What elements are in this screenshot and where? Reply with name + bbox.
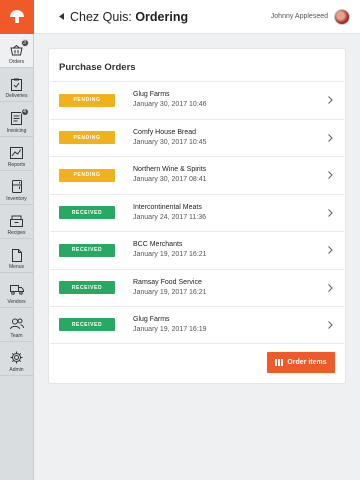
clipboard-check-icon <box>10 77 24 91</box>
orders-list: PENDING Glug Farms January 30, 2017 10:4… <box>49 81 345 344</box>
sidebar-item-invoicing[interactable]: 4 Invoicing <box>0 102 33 137</box>
venue-name: Chez Quis: <box>70 9 132 24</box>
back-arrow-icon <box>58 13 64 20</box>
sidebar-item-team[interactable]: Team <box>0 308 33 342</box>
invoice-icon: 4 <box>10 107 29 126</box>
sidebar-item-label: Admin <box>9 366 24 373</box>
sidebar-item-vendors[interactable]: Vendors <box>0 273 33 308</box>
sidebar-item-label: Inventory <box>6 195 27 202</box>
list-item[interactable]: PENDING Glug Farms January 30, 2017 10:4… <box>50 81 344 119</box>
sidebar-item-label: Vendors <box>7 298 26 305</box>
status-badge: RECEIVED <box>59 281 115 295</box>
sidebar-item-deliveries[interactable]: Deliveries <box>0 68 33 103</box>
supplier-name: Comfy House Bread <box>133 128 197 136</box>
supplier-name: Glug Farms <box>133 91 170 99</box>
fridge-icon <box>10 180 24 194</box>
orders-count-badge: 3 <box>20 39 29 48</box>
chevron-right-icon <box>324 171 336 180</box>
status-badge: PENDING <box>59 131 115 145</box>
order-items-label: Order items <box>287 359 327 366</box>
sidebar-item-reports[interactable]: Reports <box>0 137 33 171</box>
sidebar-item-label: Recipes <box>7 230 26 237</box>
sidebar-item-inventory[interactable]: Inventory <box>0 171 33 205</box>
page-title: Chez Quis: Ordering <box>70 10 188 24</box>
sidebar-nav: 3 Orders Deliveries 4 Invoicing Reports … <box>0 34 34 480</box>
sidebar-item-label: Menus <box>8 264 24 271</box>
truck-icon <box>9 283 24 297</box>
recipe-box-icon <box>10 214 24 228</box>
order-info: Glug Farms January 30, 2017 10:46 <box>133 90 324 110</box>
list-item[interactable]: RECEIVED Intercontinental Meats January … <box>50 193 344 232</box>
order-info: Glug Farms January 19, 2017 16:19 <box>133 315 324 335</box>
order-info: BCC Merchants January 19, 2017 16:21 <box>133 240 324 260</box>
status-badge: RECEIVED <box>59 243 115 257</box>
chart-icon <box>10 146 24 160</box>
section-name: Ordering <box>135 9 189 24</box>
list-item[interactable]: PENDING Northern Wine & Spirits January … <box>50 156 344 194</box>
status-badge: RECEIVED <box>59 206 115 220</box>
sidebar-item-admin[interactable]: Admin <box>0 342 33 376</box>
order-date: January 19, 2017 16:21 <box>133 288 207 296</box>
chevron-right-icon <box>324 208 336 217</box>
list-item[interactable]: RECEIVED Glug Farms January 19, 2017 16:… <box>50 306 344 344</box>
chevron-right-icon <box>324 283 336 292</box>
chevron-right-icon <box>324 133 336 142</box>
order-items-button[interactable]: Order items <box>267 352 335 373</box>
order-info: Northern Wine & Spirits January 30, 2017… <box>133 165 324 185</box>
supplier-name: Glug Farms <box>133 315 170 323</box>
order-date: January 19, 2017 16:19 <box>133 325 207 333</box>
sidebar-item-label: Deliveries <box>5 93 28 100</box>
sidebar-item-orders[interactable]: 3 Orders <box>0 34 33 69</box>
sidebar-item-label: Reports <box>7 161 26 168</box>
order-date: January 30, 2017 08:41 <box>133 176 207 184</box>
status-badge: PENDING <box>59 93 115 107</box>
order-date: January 19, 2017 16:21 <box>133 251 207 259</box>
app-logo[interactable] <box>0 0 34 34</box>
chevron-right-icon <box>324 96 336 105</box>
chevron-right-icon <box>324 246 336 255</box>
top-header: Chez Quis: Ordering Johnny Appleseed <box>34 0 360 34</box>
chevron-right-icon <box>324 320 336 329</box>
gear-icon <box>10 351 24 365</box>
order-info: Comfy House Bread January 30, 2017 10:45 <box>133 128 324 148</box>
list-item[interactable]: RECEIVED BCC Merchants January 19, 2017 … <box>50 231 344 269</box>
sidebar-item-menus[interactable]: Menus <box>0 239 33 274</box>
sidebar-item-label: Team <box>10 332 23 339</box>
order-date: January 30, 2017 10:46 <box>133 101 207 109</box>
user-name[interactable]: Johnny Appleseed <box>271 13 328 20</box>
supplier-name: Intercontinental Meats <box>133 203 202 211</box>
sidebar-item-label: Orders <box>8 59 25 66</box>
users-icon <box>9 317 24 331</box>
card-title: Purchase Orders <box>59 62 136 73</box>
basket-icon: 3 <box>10 39 29 57</box>
status-badge: RECEIVED <box>59 318 115 332</box>
avatar[interactable] <box>334 8 350 25</box>
supplier-name: Ramsay Food Service <box>133 278 202 286</box>
order-date: January 24, 2017 11:36 <box>133 213 207 221</box>
mushroom-logo-icon <box>10 10 24 23</box>
back-button[interactable] <box>52 13 70 20</box>
order-date: January 30, 2017 10:45 <box>133 138 207 146</box>
sidebar-item-recipes[interactable]: Recipes <box>0 205 33 240</box>
order-list-icon <box>275 359 284 366</box>
order-info: Ramsay Food Service January 19, 2017 16:… <box>133 278 324 298</box>
order-info: Intercontinental Meats January 24, 2017 … <box>133 203 324 223</box>
sidebar-item-label: Invoicing <box>6 127 27 134</box>
invoicing-count-badge: 4 <box>20 107 29 116</box>
list-item[interactable]: RECEIVED Ramsay Food Service January 19,… <box>50 268 344 307</box>
list-item[interactable]: PENDING Comfy House Bread January 30, 20… <box>50 118 344 157</box>
document-icon <box>10 248 24 262</box>
supplier-name: BCC Merchants <box>133 241 183 249</box>
purchase-orders-card: Purchase Orders PENDING Glug Farms Janua… <box>48 48 346 384</box>
status-badge: PENDING <box>59 168 115 182</box>
supplier-name: Northern Wine & Spirits <box>133 166 207 174</box>
